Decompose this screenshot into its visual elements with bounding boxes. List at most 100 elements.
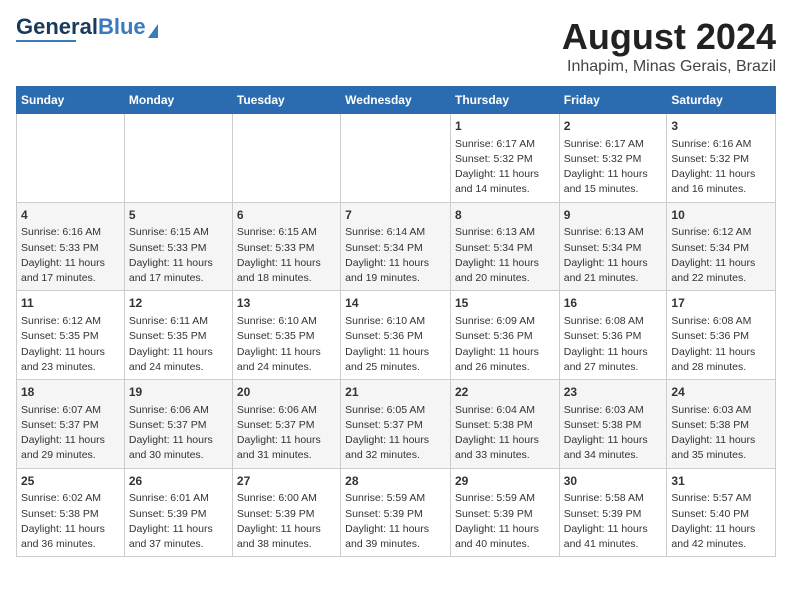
calendar-cell: 27Sunrise: 6:00 AM Sunset: 5:39 PM Dayli… xyxy=(232,468,340,557)
day-details: Sunrise: 6:03 AM Sunset: 5:38 PM Dayligh… xyxy=(671,403,771,464)
calendar-cell: 18 Sunrise: 6:07 AM Sunset: 5:37 PM Dayli… xyxy=(17,380,125,469)
calendar-cell xyxy=(124,114,232,203)
calendar-cell: 19 Sunrise: 6:06 AM Sunset: 5:37 PM Dayli… xyxy=(124,380,232,469)
calendar-cell: 9Sunrise: 6:13 AM Sunset: 5:34 PM Daylig… xyxy=(559,202,667,291)
day-number: 12 xyxy=(129,295,228,312)
day-details: Sunrise: 6:08 AM Sunset: 5:36 PM Dayligh… xyxy=(671,314,771,375)
calendar-cell: 10Sunrise: 6:12 AM Sunset: 5:34 PM Dayli… xyxy=(667,202,776,291)
day-details: Sunrise: 6:06 AM Sunset: 5:37 PM Dayligh… xyxy=(129,403,228,464)
day-number: 1 xyxy=(455,118,555,135)
calendar-cell: 12 Sunrise: 6:11 AM Sunset: 5:35 PM Dayli… xyxy=(124,291,232,380)
calendar-cell: 8Sunrise: 6:13 AM Sunset: 5:34 PM Daylig… xyxy=(450,202,559,291)
calendar-week-row: 1 Sunrise: 6:17 AM Sunset: 5:32 PM Daylig… xyxy=(17,114,776,203)
calendar-cell: 1 Sunrise: 6:17 AM Sunset: 5:32 PM Daylig… xyxy=(450,114,559,203)
day-details: Sunrise: 6:01 AM Sunset: 5:39 PM Dayligh… xyxy=(129,491,228,552)
calendar-cell: 31Sunrise: 5:57 AM Sunset: 5:40 PM Dayli… xyxy=(667,468,776,557)
day-details: Sunrise: 6:06 AM Sunset: 5:37 PM Dayligh… xyxy=(237,403,336,464)
day-details: Sunrise: 6:10 AM Sunset: 5:35 PM Dayligh… xyxy=(237,314,336,375)
calendar-cell: 25Sunrise: 6:02 AM Sunset: 5:38 PM Dayli… xyxy=(17,468,125,557)
calendar-cell xyxy=(232,114,340,203)
calendar-cell: 21Sunrise: 6:05 AM Sunset: 5:37 PM Dayli… xyxy=(341,380,451,469)
calendar-cell: 5Sunrise: 6:15 AM Sunset: 5:33 PM Daylig… xyxy=(124,202,232,291)
day-number: 14 xyxy=(345,295,446,312)
logo-triangle-icon xyxy=(148,24,158,38)
day-number: 8 xyxy=(455,207,555,224)
calendar-cell xyxy=(17,114,125,203)
day-number: 21 xyxy=(345,384,446,401)
header-monday: Monday xyxy=(124,87,232,114)
day-details: Sunrise: 6:16 AM Sunset: 5:32 PM Dayligh… xyxy=(671,137,771,198)
day-details: Sunrise: 6:17 AM Sunset: 5:32 PM Dayligh… xyxy=(564,137,663,198)
day-number: 30 xyxy=(564,473,663,490)
calendar-week-row: 25Sunrise: 6:02 AM Sunset: 5:38 PM Dayli… xyxy=(17,468,776,557)
calendar-cell: 17 Sunrise: 6:08 AM Sunset: 5:36 PM Dayli… xyxy=(667,291,776,380)
day-number: 3 xyxy=(671,118,771,135)
calendar-cell: 2Sunrise: 6:17 AM Sunset: 5:32 PM Daylig… xyxy=(559,114,667,203)
calendar-cell: 3 Sunrise: 6:16 AM Sunset: 5:32 PM Daylig… xyxy=(667,114,776,203)
day-number: 19 xyxy=(129,384,228,401)
calendar-cell: 4Sunrise: 6:16 AM Sunset: 5:33 PM Daylig… xyxy=(17,202,125,291)
calendar-table: Sunday Monday Tuesday Wednesday Thursday… xyxy=(16,86,776,557)
day-number: 18 xyxy=(21,384,120,401)
day-number: 26 xyxy=(129,473,228,490)
day-details: Sunrise: 6:17 AM Sunset: 5:32 PM Dayligh… xyxy=(455,137,555,198)
calendar-header: Sunday Monday Tuesday Wednesday Thursday… xyxy=(17,87,776,114)
calendar-week-row: 4Sunrise: 6:16 AM Sunset: 5:33 PM Daylig… xyxy=(17,202,776,291)
header-sunday: Sunday xyxy=(17,87,125,114)
day-details: Sunrise: 6:15 AM Sunset: 5:33 PM Dayligh… xyxy=(129,225,228,286)
calendar-cell: 14 Sunrise: 6:10 AM Sunset: 5:36 PM Dayli… xyxy=(341,291,451,380)
calendar-cell: 20 Sunrise: 6:06 AM Sunset: 5:37 PM Dayli… xyxy=(232,380,340,469)
day-details: Sunrise: 6:16 AM Sunset: 5:33 PM Dayligh… xyxy=(21,225,120,286)
day-number: 31 xyxy=(671,473,771,490)
day-details: Sunrise: 6:08 AM Sunset: 5:36 PM Dayligh… xyxy=(564,314,663,375)
day-details: Sunrise: 5:58 AM Sunset: 5:39 PM Dayligh… xyxy=(564,491,663,552)
calendar-cell: 13Sunrise: 6:10 AM Sunset: 5:35 PM Dayli… xyxy=(232,291,340,380)
page-title: August 2024 xyxy=(562,16,776,58)
header-wednesday: Wednesday xyxy=(341,87,451,114)
calendar-body: 1 Sunrise: 6:17 AM Sunset: 5:32 PM Daylig… xyxy=(17,114,776,557)
day-number: 11 xyxy=(21,295,120,312)
calendar-cell: 16 Sunrise: 6:08 AM Sunset: 5:36 PM Dayli… xyxy=(559,291,667,380)
calendar-cell xyxy=(341,114,451,203)
header-thursday: Thursday xyxy=(450,87,559,114)
calendar-cell: 11Sunrise: 6:12 AM Sunset: 5:35 PM Dayli… xyxy=(17,291,125,380)
day-number: 15 xyxy=(455,295,555,312)
day-details: Sunrise: 5:57 AM Sunset: 5:40 PM Dayligh… xyxy=(671,491,771,552)
day-number: 16 xyxy=(564,295,663,312)
day-number: 25 xyxy=(21,473,120,490)
day-details: Sunrise: 6:15 AM Sunset: 5:33 PM Dayligh… xyxy=(237,225,336,286)
day-number: 5 xyxy=(129,207,228,224)
title-block: August 2024 Inhapim, Minas Gerais, Brazi… xyxy=(562,16,776,76)
day-details: Sunrise: 6:09 AM Sunset: 5:36 PM Dayligh… xyxy=(455,314,555,375)
day-number: 4 xyxy=(21,207,120,224)
header-tuesday: Tuesday xyxy=(232,87,340,114)
day-details: Sunrise: 6:11 AM Sunset: 5:35 PM Dayligh… xyxy=(129,314,228,375)
day-details: Sunrise: 6:00 AM Sunset: 5:39 PM Dayligh… xyxy=(237,491,336,552)
day-number: 6 xyxy=(237,207,336,224)
calendar-cell: 6Sunrise: 6:15 AM Sunset: 5:33 PM Daylig… xyxy=(232,202,340,291)
day-details: Sunrise: 6:13 AM Sunset: 5:34 PM Dayligh… xyxy=(564,225,663,286)
calendar-cell: 7Sunrise: 6:14 AM Sunset: 5:34 PM Daylig… xyxy=(341,202,451,291)
day-number: 28 xyxy=(345,473,446,490)
day-number: 29 xyxy=(455,473,555,490)
day-details: Sunrise: 6:14 AM Sunset: 5:34 PM Dayligh… xyxy=(345,225,446,286)
calendar-cell: 23Sunrise: 6:03 AM Sunset: 5:38 PM Dayli… xyxy=(559,380,667,469)
weekday-row: Sunday Monday Tuesday Wednesday Thursday… xyxy=(17,87,776,114)
calendar-cell: 22Sunrise: 6:04 AM Sunset: 5:38 PM Dayli… xyxy=(450,380,559,469)
day-details: Sunrise: 6:10 AM Sunset: 5:36 PM Dayligh… xyxy=(345,314,446,375)
page-subtitle: Inhapim, Minas Gerais, Brazil xyxy=(562,58,776,76)
day-number: 23 xyxy=(564,384,663,401)
day-number: 17 xyxy=(671,295,771,312)
page-header: GeneralBlue August 2024 Inhapim, Minas G… xyxy=(16,16,776,76)
day-number: 10 xyxy=(671,207,771,224)
logo: GeneralBlue xyxy=(16,16,158,42)
calendar-cell: 24 Sunrise: 6:03 AM Sunset: 5:38 PM Dayli… xyxy=(667,380,776,469)
day-number: 24 xyxy=(671,384,771,401)
day-details: Sunrise: 6:13 AM Sunset: 5:34 PM Dayligh… xyxy=(455,225,555,286)
header-saturday: Saturday xyxy=(667,87,776,114)
calendar-cell: 15 Sunrise: 6:09 AM Sunset: 5:36 PM Dayli… xyxy=(450,291,559,380)
calendar-cell: 29Sunrise: 5:59 AM Sunset: 5:39 PM Dayli… xyxy=(450,468,559,557)
day-details: Sunrise: 6:04 AM Sunset: 5:38 PM Dayligh… xyxy=(455,403,555,464)
day-number: 20 xyxy=(237,384,336,401)
day-details: Sunrise: 6:07 AM Sunset: 5:37 PM Dayligh… xyxy=(21,403,120,464)
